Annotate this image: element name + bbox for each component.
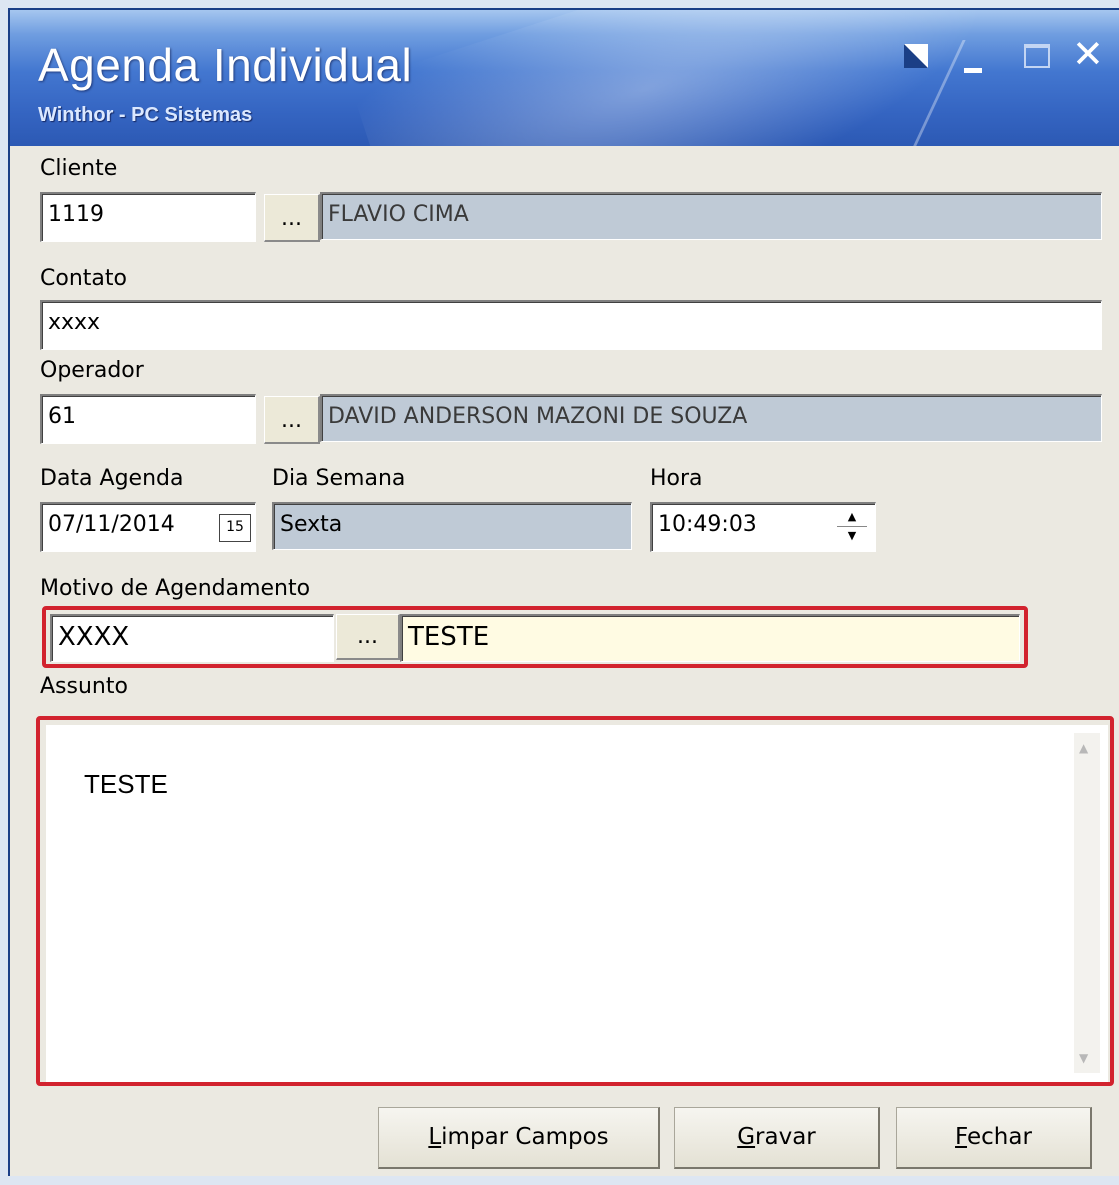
hora-value: 10:49:03 bbox=[658, 512, 757, 537]
limpar-accel: L bbox=[428, 1124, 442, 1150]
cliente-label: Cliente bbox=[40, 156, 118, 181]
gravar-label: ravar bbox=[755, 1124, 816, 1150]
restore-edit-icon[interactable] bbox=[898, 38, 938, 78]
hora-label: Hora bbox=[650, 466, 703, 491]
motivo-label: Motivo de Agendamento bbox=[40, 576, 311, 601]
fechar-button[interactable]: Fechar bbox=[896, 1107, 1092, 1169]
window-subtitle: Winthor - PC Sistemas bbox=[38, 104, 253, 126]
agenda-window: Agenda Individual Winthor - PC Sistemas … bbox=[8, 8, 1119, 1176]
spin-down-icon[interactable]: ▼ bbox=[837, 527, 867, 545]
data-agenda-field[interactable]: 07/11/2014 15 bbox=[40, 502, 256, 552]
calendar-icon[interactable]: 15 bbox=[219, 514, 251, 542]
dia-semana-label: Dia Semana bbox=[272, 466, 406, 491]
gravar-button[interactable]: Gravar bbox=[674, 1107, 880, 1169]
data-agenda-label: Data Agenda bbox=[40, 466, 184, 491]
cliente-code-field[interactable]: 1119 bbox=[40, 192, 256, 242]
dia-semana-field: Sexta bbox=[272, 502, 632, 550]
contato-label: Contato bbox=[40, 266, 127, 291]
cliente-lookup-button[interactable]: ... bbox=[264, 194, 320, 242]
window-title: Agenda Individual bbox=[38, 39, 413, 91]
operador-lookup-button[interactable]: ... bbox=[264, 396, 320, 444]
motivo-lookup-button[interactable]: ... bbox=[336, 614, 400, 660]
contato-field[interactable]: xxxx bbox=[40, 300, 1102, 350]
minimize-icon[interactable] bbox=[958, 38, 998, 78]
hora-field[interactable]: 10:49:03 ▲ ▼ bbox=[650, 502, 876, 552]
limpar-campos-button[interactable]: Limpar Campos bbox=[378, 1107, 660, 1169]
title-bar[interactable]: Agenda Individual Winthor - PC Sistemas … bbox=[10, 10, 1119, 146]
spin-up-icon[interactable]: ▲ bbox=[837, 508, 867, 527]
fechar-label: echar bbox=[967, 1124, 1032, 1150]
operador-code-field[interactable]: 61 bbox=[40, 394, 256, 444]
data-agenda-value: 07/11/2014 bbox=[48, 512, 175, 537]
limpar-label: impar Campos bbox=[441, 1124, 609, 1150]
cliente-name-field: FLAVIO CIMA bbox=[320, 192, 1102, 240]
fechar-accel: F bbox=[955, 1124, 968, 1150]
assunto-label: Assunto bbox=[40, 674, 128, 699]
assunto-highlight bbox=[36, 716, 1114, 1086]
close-icon[interactable]: ✕ bbox=[1068, 34, 1108, 78]
motivo-description-field: TESTE bbox=[400, 614, 1020, 662]
motivo-code-field[interactable]: XXXX bbox=[50, 614, 334, 662]
operador-name-field: DAVID ANDERSON MAZONI DE SOUZA bbox=[320, 394, 1102, 442]
maximize-icon[interactable] bbox=[1018, 38, 1058, 78]
gravar-accel: G bbox=[737, 1124, 756, 1150]
operador-label: Operador bbox=[40, 358, 144, 383]
